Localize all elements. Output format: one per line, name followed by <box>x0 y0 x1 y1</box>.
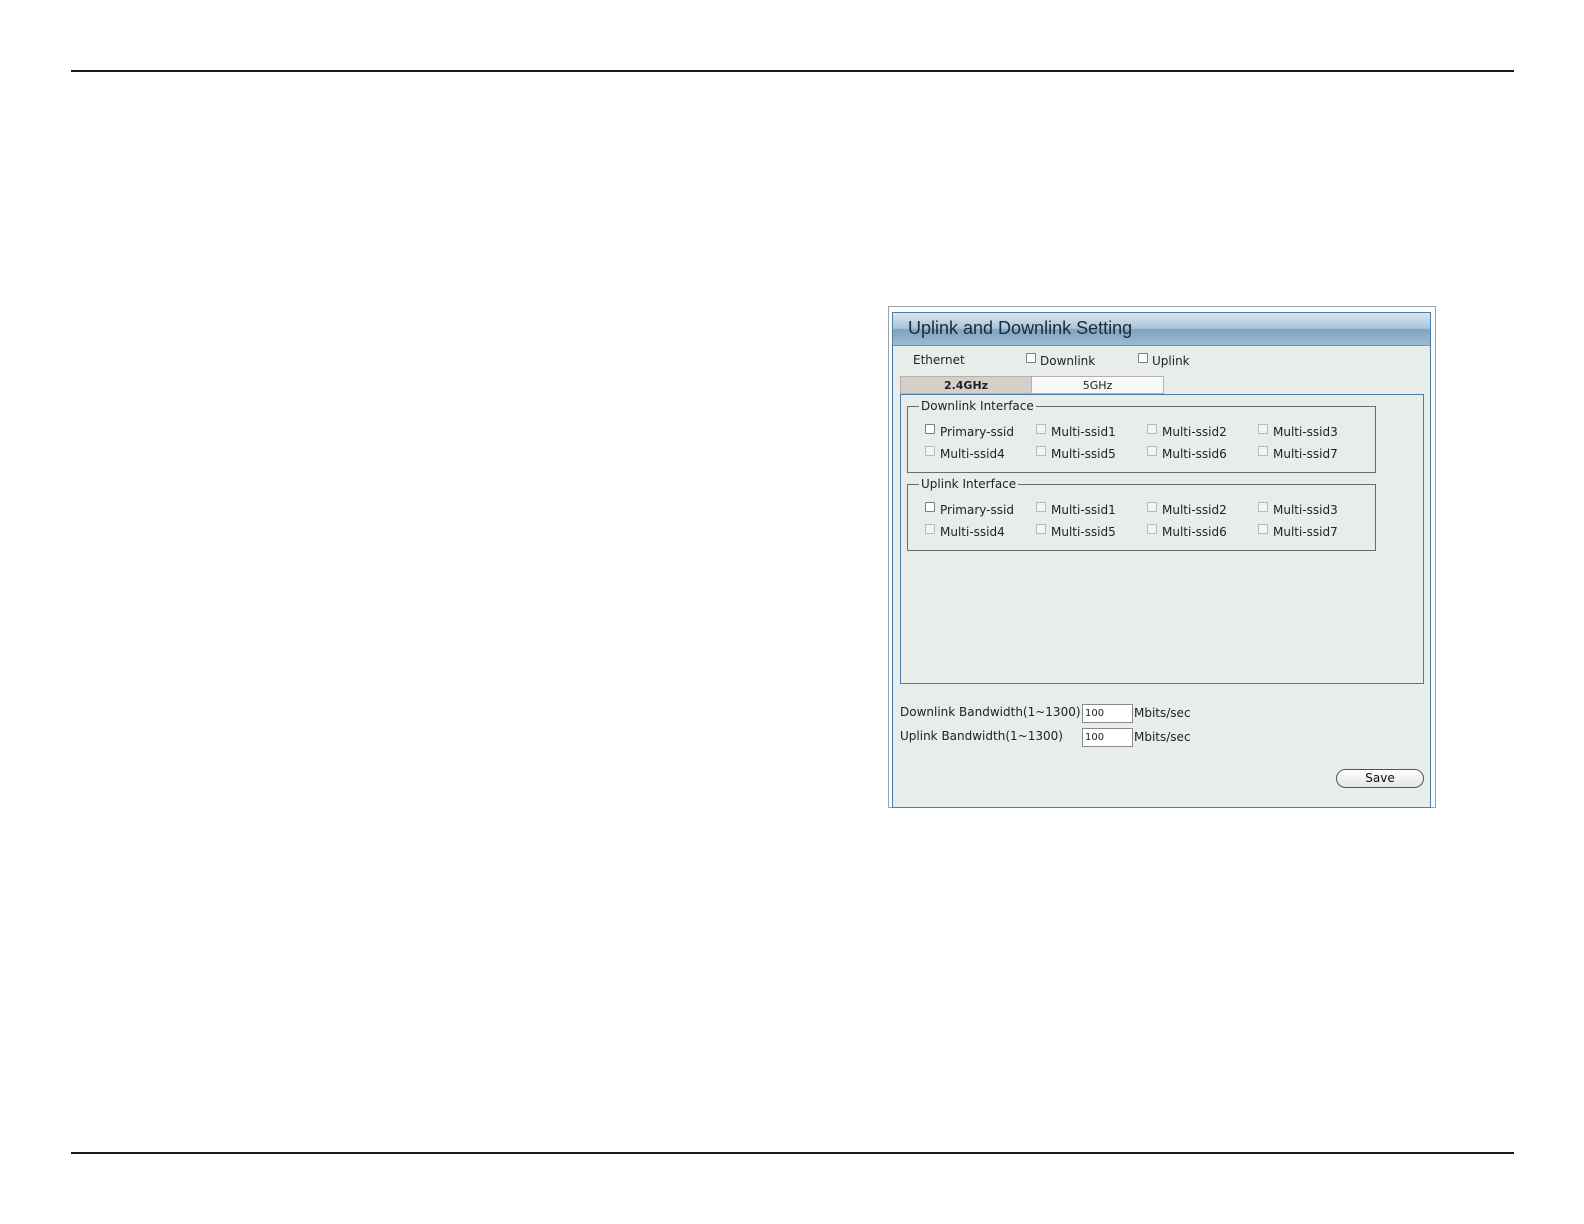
tab-2-4ghz[interactable]: 2.4GHz <box>900 376 1032 394</box>
downlink-multi-ssid4-label: Multi-ssid4 <box>940 447 1005 461</box>
downlink-multi-ssid2-checkbox[interactable] <box>1147 424 1157 434</box>
downlink-multi-ssid5-checkbox[interactable] <box>1036 446 1046 456</box>
downlink-multi-ssid7-checkbox[interactable] <box>1258 446 1268 456</box>
downlink-primary-ssid-checkbox[interactable] <box>925 424 935 434</box>
uplink-multi-ssid4-label: Multi-ssid4 <box>940 525 1005 539</box>
downlink-bandwidth-input[interactable]: 100 <box>1082 704 1133 723</box>
uplink-multi-ssid4-checkbox[interactable] <box>925 524 935 534</box>
ethernet-uplink-label: Uplink <box>1152 354 1190 368</box>
uplink-interface-group: Uplink Interface Primary-ssid Multi-ssid… <box>907 477 1376 551</box>
uplink-primary-ssid-label: Primary-ssid <box>940 503 1014 517</box>
uplink-primary-ssid-checkbox[interactable] <box>925 502 935 512</box>
uplink-multi-ssid2-label: Multi-ssid2 <box>1162 503 1227 517</box>
downlink-interface-group: Downlink Interface Primary-ssid Multi-ss… <box>907 399 1376 473</box>
save-button[interactable]: Save <box>1336 769 1424 788</box>
uplink-bandwidth-label: Uplink Bandwidth(1~1300) <box>900 729 1063 743</box>
uplink-multi-ssid1-label: Multi-ssid1 <box>1051 503 1116 517</box>
downlink-multi-ssid6-label: Multi-ssid6 <box>1162 447 1227 461</box>
downlink-bandwidth-unit: Mbits/sec <box>1134 706 1191 720</box>
downlink-multi-ssid6-checkbox[interactable] <box>1147 446 1157 456</box>
bottom-rule <box>71 1152 1514 1154</box>
downlink-multi-ssid3-label: Multi-ssid3 <box>1273 425 1338 439</box>
downlink-multi-ssid7-label: Multi-ssid7 <box>1273 447 1338 461</box>
downlink-multi-ssid1-label: Multi-ssid1 <box>1051 425 1116 439</box>
ethernet-downlink-label: Downlink <box>1040 354 1096 368</box>
ethernet-downlink-checkbox[interactable] <box>1026 353 1036 363</box>
panel-header: Uplink and Downlink Setting <box>893 313 1430 346</box>
uplink-multi-ssid6-checkbox[interactable] <box>1147 524 1157 534</box>
uplink-interface-legend: Uplink Interface <box>919 477 1019 491</box>
uplink-bandwidth-input[interactable]: 100 <box>1082 728 1133 747</box>
uplink-multi-ssid7-label: Multi-ssid7 <box>1273 525 1338 539</box>
tab-content-2-4ghz: Downlink Interface Primary-ssid Multi-ss… <box>900 394 1424 684</box>
uplink-multi-ssid3-checkbox[interactable] <box>1258 502 1268 512</box>
downlink-interface-legend: Downlink Interface <box>919 399 1036 413</box>
uplink-multi-ssid5-checkbox[interactable] <box>1036 524 1046 534</box>
downlink-primary-ssid-label: Primary-ssid <box>940 425 1014 439</box>
downlink-bandwidth-label: Downlink Bandwidth(1~1300) <box>900 705 1081 719</box>
uplink-multi-ssid3-label: Multi-ssid3 <box>1273 503 1338 517</box>
ethernet-label: Ethernet <box>913 353 965 367</box>
uplink-multi-ssid2-checkbox[interactable] <box>1147 502 1157 512</box>
downlink-multi-ssid2-label: Multi-ssid2 <box>1162 425 1227 439</box>
downlink-multi-ssid4-checkbox[interactable] <box>925 446 935 456</box>
uplink-multi-ssid7-checkbox[interactable] <box>1258 524 1268 534</box>
ethernet-uplink-checkbox[interactable] <box>1138 353 1148 363</box>
uplink-downlink-panel: Uplink and Downlink Setting Ethernet Dow… <box>892 312 1431 808</box>
tab-5ghz[interactable]: 5GHz <box>1032 376 1164 394</box>
downlink-multi-ssid5-label: Multi-ssid5 <box>1051 447 1116 461</box>
downlink-multi-ssid3-checkbox[interactable] <box>1258 424 1268 434</box>
top-rule <box>71 70 1514 72</box>
downlink-multi-ssid1-checkbox[interactable] <box>1036 424 1046 434</box>
uplink-multi-ssid1-checkbox[interactable] <box>1036 502 1046 512</box>
uplink-bandwidth-unit: Mbits/sec <box>1134 730 1191 744</box>
uplink-multi-ssid6-label: Multi-ssid6 <box>1162 525 1227 539</box>
panel-title: Uplink and Downlink Setting <box>908 318 1133 338</box>
uplink-multi-ssid5-label: Multi-ssid5 <box>1051 525 1116 539</box>
